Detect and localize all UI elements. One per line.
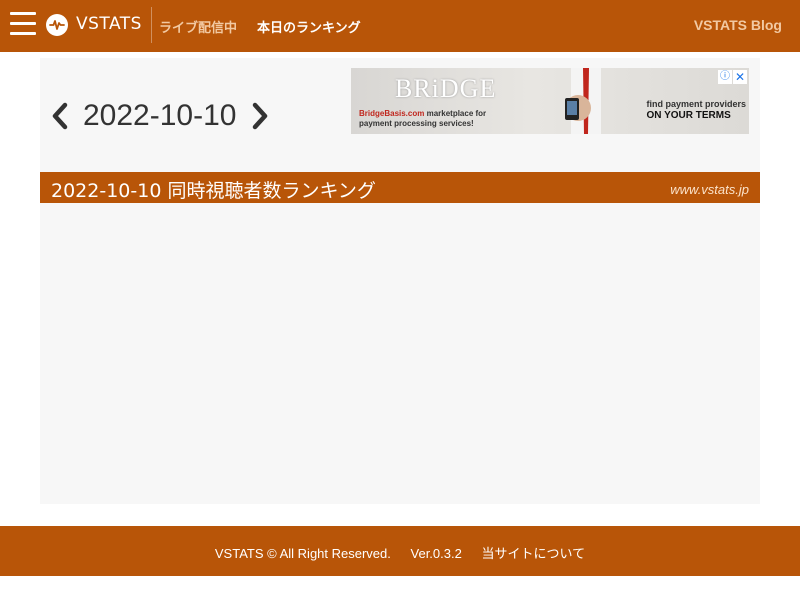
ranking-title: 2022-10-10 同時視聴者数ランキング: [51, 180, 376, 202]
ad-caption-line2: payment processing services!: [359, 119, 474, 128]
header-divider: [151, 7, 152, 43]
chevron-right-icon[interactable]: [250, 101, 270, 131]
ad-brand-logo: BRiDGE: [395, 74, 497, 103]
nav-live-streaming[interactable]: ライブ配信中: [159, 17, 237, 36]
ad-tagline: find payment providers ON YOUR TERMS: [646, 99, 746, 121]
nav-today-ranking[interactable]: 本日のランキング: [257, 17, 361, 36]
nav-blog-link[interactable]: VSTATS Blog: [694, 17, 782, 33]
ad-caption: BridgeBasis.com marketplace for payment …: [359, 109, 486, 129]
close-icon[interactable]: ✕: [733, 70, 747, 84]
footer-copyright: VSTATS © All Right Reserved.: [214, 546, 391, 561]
site-logo-text[interactable]: VSTATS: [76, 14, 142, 34]
footer-about-link[interactable]: 当サイトについて: [481, 547, 585, 562]
ad-find-line1: find payment providers: [646, 99, 746, 109]
footer-content: VSTATS © All Right Reserved. Ver.0.3.2 当…: [0, 543, 800, 562]
pulse-logo-icon[interactable]: [46, 14, 68, 36]
ad-person-image: [553, 68, 619, 134]
ad-caption-site: BridgeBasis.com: [359, 109, 425, 118]
hamburger-menu-icon[interactable]: [10, 12, 36, 38]
top-header: VSTATS ライブ配信中 本日のランキング VSTATS Blog: [0, 0, 800, 52]
page-footer: VSTATS © All Right Reserved. Ver.0.3.2 当…: [0, 526, 800, 576]
current-date: 2022-10-10: [83, 99, 237, 132]
ad-caption-line1: marketplace for: [424, 109, 487, 118]
ranking-site-url[interactable]: www.vstats.jp: [670, 182, 749, 197]
ranking-header-bar: 2022-10-10 同時視聴者数ランキング www.vstats.jp: [40, 172, 760, 203]
info-icon[interactable]: ⓘ: [718, 70, 732, 84]
chevron-left-icon[interactable]: [50, 101, 70, 131]
ad-find-line2: ON YOUR TERMS: [646, 110, 731, 121]
advertisement-banner[interactable]: BRiDGE BridgeBasis.com marketplace for p…: [351, 68, 749, 134]
footer-version: Ver.0.3.2: [410, 546, 462, 561]
date-navigator: 2022-10-10: [50, 96, 270, 136]
